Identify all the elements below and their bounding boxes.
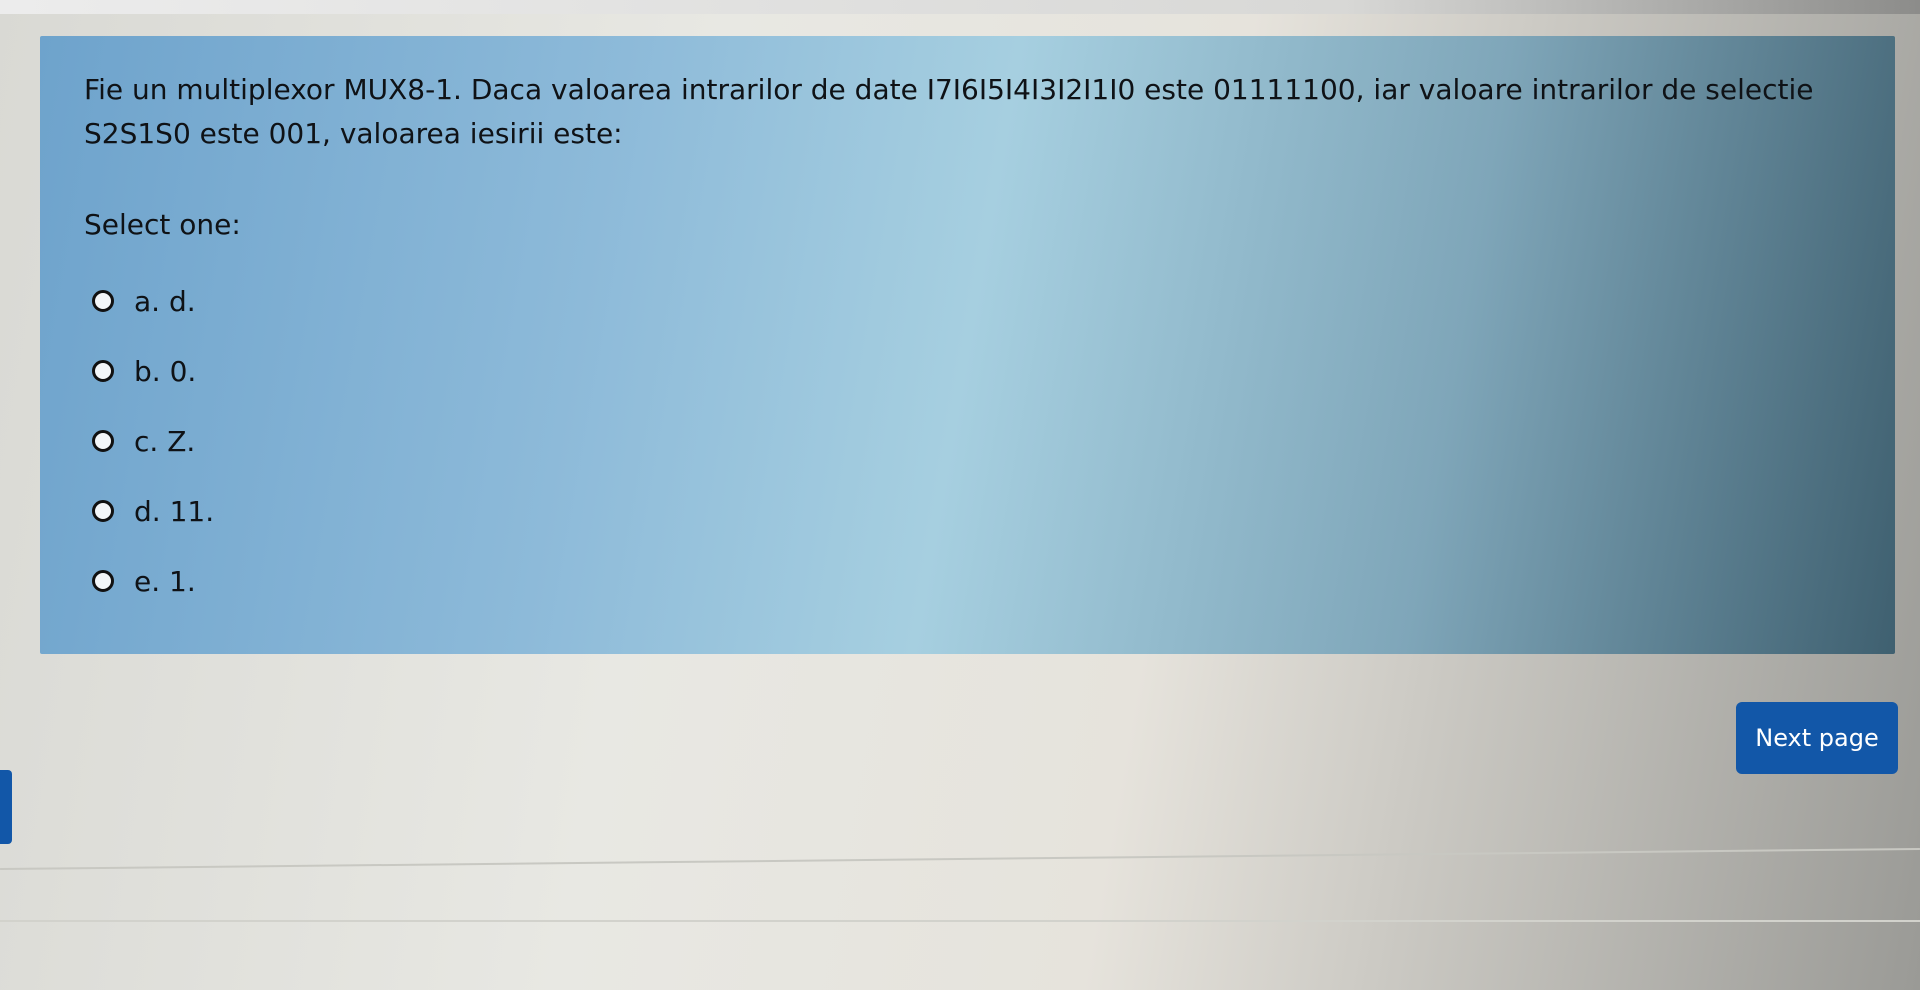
- question-panel: Fie un multiplexor MUX8-1. Daca valoarea…: [40, 36, 1895, 654]
- answer-option-c[interactable]: c. Z.: [92, 406, 214, 476]
- radio-button-a[interactable]: [92, 290, 114, 312]
- footer-divider: [0, 920, 1920, 922]
- next-page-button[interactable]: Next page: [1736, 702, 1898, 774]
- select-one-label: Select one:: [84, 208, 241, 241]
- radio-button-e[interactable]: [92, 570, 114, 592]
- top-border: [0, 0, 1920, 14]
- answer-label-a: a. d.: [134, 284, 196, 318]
- answer-option-e[interactable]: e. 1.: [92, 546, 214, 616]
- answer-label-c: c. Z.: [134, 424, 196, 458]
- radio-button-c[interactable]: [92, 430, 114, 452]
- answer-option-b[interactable]: b. 0.: [92, 336, 214, 406]
- answer-list: a. d. b. 0. c. Z. d. 11. e. 1.: [92, 266, 214, 616]
- question-text: Fie un multiplexor MUX8-1. Daca valoarea…: [84, 73, 1814, 150]
- answer-label-e: e. 1.: [134, 564, 196, 598]
- side-nav-tab[interactable]: [0, 770, 12, 844]
- answer-option-a[interactable]: a. d.: [92, 266, 214, 336]
- answer-label-d: d. 11.: [134, 494, 215, 528]
- answer-option-d[interactable]: d. 11.: [92, 476, 214, 546]
- footer-divider: [0, 847, 1920, 871]
- radio-button-d[interactable]: [92, 500, 114, 522]
- radio-button-b[interactable]: [92, 360, 114, 382]
- answer-label-b: b. 0.: [134, 354, 197, 388]
